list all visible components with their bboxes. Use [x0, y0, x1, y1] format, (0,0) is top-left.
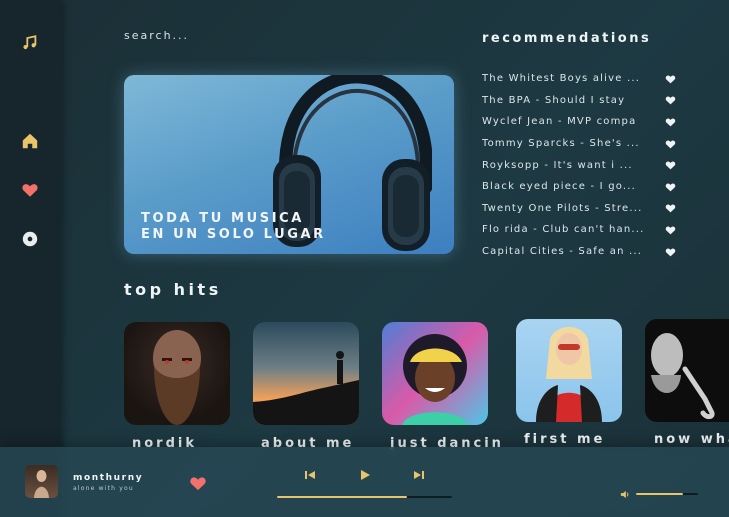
hero-line-1: TODA TU MUSICA	[141, 211, 304, 226]
list-item[interactable]: Capital Cities - Safe an ...	[482, 241, 682, 263]
album-cover[interactable]	[253, 322, 359, 425]
heart-icon[interactable]	[665, 160, 676, 170]
song-title: Capital Cities - Safe an ...	[482, 246, 643, 258]
song-title: Black eyed piece - I go...	[482, 181, 637, 193]
hero-banner: TODA TU MUSICA EN UN SOLO LUGAR	[124, 75, 454, 254]
album-card-just-dancin[interactable]	[382, 322, 488, 425]
list-item[interactable]: The BPA - Should I stay	[482, 90, 682, 112]
heart-icon[interactable]	[20, 180, 40, 200]
song-title: The BPA - Should I stay	[482, 94, 626, 106]
album-card-about-me[interactable]	[253, 322, 359, 425]
now-playing-artist: alone with you	[73, 485, 134, 492]
album-cover[interactable]	[516, 319, 622, 422]
hero-tagline: TODA TU MUSICA EN UN SOLO LUGAR	[141, 211, 326, 243]
heart-icon[interactable]	[665, 247, 676, 257]
album-card-first-me[interactable]	[516, 319, 622, 422]
card-title: now wha	[654, 432, 729, 447]
album-cover[interactable]	[382, 322, 488, 425]
progress-fill	[277, 496, 407, 498]
heart-icon[interactable]	[665, 225, 676, 235]
heart-icon[interactable]	[189, 475, 207, 491]
heart-icon[interactable]	[665, 117, 676, 127]
list-item[interactable]: The Whitest Boys alive ...	[482, 68, 682, 90]
list-item[interactable]: Black eyed piece - I go...	[482, 176, 682, 198]
heart-icon[interactable]	[665, 95, 676, 105]
now-playing-thumbnail[interactable]	[25, 465, 58, 498]
heart-icon[interactable]	[665, 203, 676, 213]
song-title: Flo rida - Club can't han...	[482, 224, 645, 236]
list-item[interactable]: Flo rida - Club can't han...	[482, 219, 682, 241]
song-title: Twenty One Pilots - Stre...	[482, 202, 643, 214]
progress-bar[interactable]	[277, 496, 452, 498]
volume-slider[interactable]	[636, 493, 698, 495]
song-title: The Whitest Boys alive ...	[482, 73, 641, 85]
list-item[interactable]: Royksopp - It's want i ...	[482, 154, 682, 176]
recommendations-title: recommendations	[482, 31, 652, 46]
song-title: Wyclef Jean - MVP compa	[482, 116, 637, 128]
card-title: first me	[524, 432, 606, 447]
now-playing-title: monthurny	[73, 473, 144, 483]
top-hits-title: top hits	[124, 280, 222, 299]
album-cover[interactable]	[645, 319, 729, 422]
volume-fill	[636, 493, 683, 495]
home-icon[interactable]	[20, 131, 40, 151]
album-card-nordik[interactable]	[124, 322, 230, 425]
play-icon[interactable]	[359, 469, 371, 481]
volume-icon[interactable]	[620, 490, 629, 499]
hero-line-2: EN UN SOLO LUGAR	[141, 227, 326, 242]
music-note-icon[interactable]	[20, 33, 40, 53]
song-title: Royksopp - It's want i ...	[482, 159, 633, 171]
list-item[interactable]: Twenty One Pilots - Stre...	[482, 198, 682, 220]
list-item[interactable]: Tommy Sparcks - She's ...	[482, 133, 682, 155]
next-icon[interactable]	[413, 469, 425, 481]
heart-icon[interactable]	[665, 182, 676, 192]
album-cover[interactable]	[124, 322, 230, 425]
album-card-now-wha[interactable]	[645, 319, 729, 422]
search-input[interactable]: search...	[124, 29, 189, 42]
heart-icon[interactable]	[665, 139, 676, 149]
player-bar: monthurny alone with you	[0, 447, 729, 517]
recommendations-list: The Whitest Boys alive ... The BPA - Sho…	[482, 68, 682, 262]
heart-icon[interactable]	[665, 74, 676, 84]
previous-icon[interactable]	[304, 469, 316, 481]
disc-icon[interactable]	[20, 229, 40, 249]
list-item[interactable]: Wyclef Jean - MVP compa	[482, 111, 682, 133]
sidebar	[0, 0, 61, 517]
song-title: Tommy Sparcks - She's ...	[482, 138, 640, 150]
